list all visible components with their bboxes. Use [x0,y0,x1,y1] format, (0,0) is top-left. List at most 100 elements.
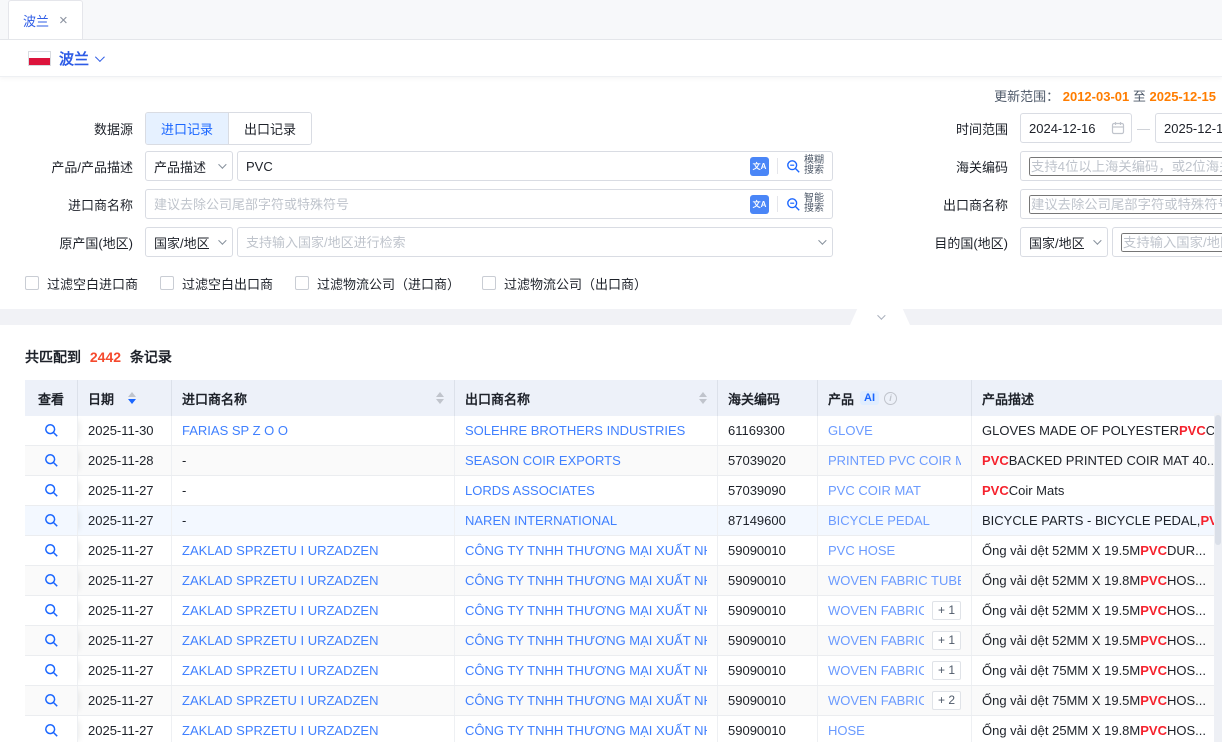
view-record-button[interactable] [44,723,59,738]
sort-carets[interactable] [436,392,444,404]
exporter-link[interactable]: CÔNG TY TNHH THƯƠNG MẠI XUẤT NHẬP... [465,633,707,648]
exporter-cell: CÔNG TY TNHH THƯƠNG MẠI XUẤT NHẬP... [455,566,718,595]
view-cell [25,566,78,595]
data-source-option-0[interactable]: 进口记录 [146,113,228,144]
checkbox-icon[interactable] [295,276,309,290]
product-link[interactable]: PRINTED PVC COIR M... [828,453,961,468]
chevron-down-icon[interactable] [95,52,105,62]
vertical-scrollbar[interactable] [1214,413,1222,742]
exporter-link[interactable]: CÔNG TY TNHH THƯƠNG MẠI XUẤT NHẬP... [465,693,707,708]
checkbox-label: 过滤空白进口商 [47,274,138,293]
importer-link[interactable]: ZAKLAD SPRZETU I URZADZEN [182,693,378,708]
product-link[interactable]: HOSE [828,723,865,738]
filter-checkbox-3[interactable]: 过滤物流公司（出口商） [482,274,647,293]
destination-country-input[interactable] [1121,233,1222,252]
column-header-2[interactable]: 进口商名称 [172,380,455,416]
data-source-option-1[interactable]: 出口记录 [228,113,311,144]
close-icon[interactable]: × [59,13,68,28]
product-cell: WOVEN FABRIC TUBE [818,566,972,595]
view-search-icon [44,483,59,498]
translate-icon[interactable]: 文A [750,157,769,176]
start-date-input[interactable]: 2024-12-16 [1020,113,1132,143]
origin-field-select[interactable]: 国家/地区 [145,227,233,257]
view-record-button[interactable] [44,513,59,528]
column-header-3[interactable]: 出口商名称 [455,380,718,416]
smart-search-label: 智能搜索 [804,194,824,215]
filter-checkbox-2[interactable]: 过滤物流公司（进口商） [295,274,460,293]
table-header-row: 查看日期进口商名称出口商名称海关编码产品AIi产品描述 [25,380,1222,416]
product-field-select[interactable]: 产品描述 [145,151,233,181]
importer-link[interactable]: ZAKLAD SPRZETU I URZADZEN [182,633,378,648]
product-link[interactable]: WOVEN FABRIC ... [828,693,924,708]
sort-carets[interactable] [128,392,136,404]
product-extra-badge[interactable]: + 2 [932,691,961,710]
scrollbar-thumb[interactable] [1215,415,1221,545]
view-record-button[interactable] [44,603,59,618]
origin-country-input[interactable] [238,229,818,255]
product-link[interactable]: GLOVE [828,423,873,438]
product-search-input[interactable] [238,153,750,179]
end-date-input[interactable]: 2025-12-15 [1155,113,1222,143]
checkbox-icon[interactable] [482,276,496,290]
product-extra-badge[interactable]: + 1 [932,601,961,620]
date-cell: 2025-11-27 [78,686,172,715]
importer-link[interactable]: ZAKLAD SPRZETU I URZADZEN [182,543,378,558]
view-record-button[interactable] [44,453,59,468]
exporter-link[interactable]: SEASON COIR EXPORTS [465,453,621,468]
filter-checkbox-1[interactable]: 过滤空白出口商 [160,274,273,293]
importer-link[interactable]: ZAKLAD SPRZETU I URZADZEN [182,603,378,618]
exporter-name-input[interactable] [1029,195,1222,214]
country-name[interactable]: 波兰 [59,48,89,69]
sort-caret-down-icon [699,399,707,404]
exporter-link[interactable]: LORDS ASSOCIATES [465,483,595,498]
sort-caret-down-icon [436,399,444,404]
view-record-button[interactable] [44,423,59,438]
view-record-button[interactable] [44,543,59,558]
checkbox-icon[interactable] [25,276,39,290]
collapse-panel-button[interactable] [850,309,910,325]
translate-icon[interactable]: 文A [750,195,769,214]
smart-search-button[interactable]: 智能搜索 [786,194,824,215]
fuzzy-search-button[interactable]: 模糊搜索 [786,156,824,177]
sort-carets[interactable] [699,392,707,404]
product-link[interactable]: BICYCLE PEDAL [828,513,930,528]
column-header-label: 进口商名称 [182,389,247,408]
exporter-link[interactable]: CÔNG TY TNHH THƯƠNG MẠI XUẤT NHẬP... [465,543,707,558]
exporter-link[interactable]: CÔNG TY TNHH THƯƠNG MẠI XUẤT NHẬP... [465,723,707,738]
column-header-1[interactable]: 日期 [78,380,172,416]
exporter-link[interactable]: NAREN INTERNATIONAL [465,513,617,528]
destination-field-select[interactable]: 国家/地区 [1020,227,1108,257]
product-link[interactable]: WOVEN FABRIC TUBE [828,573,961,588]
view-cell [25,626,78,655]
exporter-link[interactable]: SOLEHRE BROTHERS INDUSTRIES [465,423,685,438]
view-record-button[interactable] [44,663,59,678]
poland-flag-icon [28,51,51,66]
tab-label: 波兰 [23,11,49,30]
product-link[interactable]: WOVEN FABRIC ... [828,603,924,618]
view-record-button[interactable] [44,633,59,648]
filter-checkbox-0[interactable]: 过滤空白进口商 [25,274,138,293]
view-search-icon [44,723,59,738]
product-link[interactable]: PVC HOSE [828,543,895,558]
view-record-button[interactable] [44,483,59,498]
tab-poland[interactable]: 波兰 × [8,0,83,39]
importer-link[interactable]: FARIAS SP Z O O [182,423,288,438]
description-cell: PVC Coir Mats [972,476,1222,505]
product-extra-badge[interactable]: + 1 [932,661,961,680]
exporter-link[interactable]: CÔNG TY TNHH THƯƠNG MẠI XUẤT NHẬP... [465,603,707,618]
hs-code-input[interactable] [1029,157,1222,176]
product-link[interactable]: PVC COIR MAT [828,483,921,498]
product-link[interactable]: WOVEN FABRIC ... [828,633,924,648]
exporter-link[interactable]: CÔNG TY TNHH THƯƠNG MẠI XUẤT NHẬP... [465,663,707,678]
importer-link[interactable]: ZAKLAD SPRZETU I URZADZEN [182,663,378,678]
importer-link[interactable]: ZAKLAD SPRZETU I URZADZEN [182,573,378,588]
importer-name-input[interactable] [146,191,750,217]
checkbox-icon[interactable] [160,276,174,290]
info-icon[interactable]: i [884,392,897,405]
importer-link[interactable]: ZAKLAD SPRZETU I URZADZEN [182,723,378,738]
exporter-link[interactable]: CÔNG TY TNHH THƯƠNG MẠI XUẤT NHẬP... [465,573,707,588]
view-record-button[interactable] [44,573,59,588]
product-link[interactable]: WOVEN FABRIC ... [828,663,924,678]
view-record-button[interactable] [44,693,59,708]
product-extra-badge[interactable]: + 1 [932,631,961,650]
